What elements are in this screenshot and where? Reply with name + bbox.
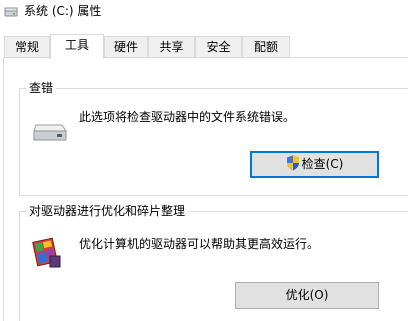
tab-sharing[interactable]: 共享 <box>148 36 195 58</box>
optimize-title: 对驱动器进行优化和碎片整理 <box>26 203 189 219</box>
window-title: 系统 (C:) 属性 <box>24 4 102 18</box>
tab-quota[interactable]: 配额 <box>242 36 290 58</box>
error-check-description: 此选项将检查驱动器中的文件系统错误。 <box>79 110 296 124</box>
optimize-group: 对驱动器进行优化和碎片整理 优化计算机的驱动器可以帮助其更高效运行。 优化(O) <box>19 203 408 321</box>
defrag-icon <box>32 237 61 268</box>
uac-shield-icon <box>286 155 299 171</box>
tab-strip: 常规 工具 硬件 共享 安全 配额 <box>0 34 408 59</box>
tools-tab-panel: 查错 此选项将检查驱动器中的文件系统错误。 检查(C) 对驱动器进行优化和碎片整… <box>3 57 408 321</box>
properties-dialog: 系统 (C:) 属性 常规 工具 硬件 共享 安全 配额 查错 此选项将检查驱动… <box>0 0 408 321</box>
check-button[interactable]: 检查(C) <box>250 151 379 178</box>
tab-security[interactable]: 安全 <box>195 36 242 58</box>
tab-tools[interactable]: 工具 <box>50 34 104 59</box>
check-button-label: 检查(C) <box>301 157 344 171</box>
optimize-button[interactable]: 优化(O) <box>235 282 379 309</box>
title-bar: 系统 (C:) 属性 <box>0 0 408 28</box>
optimize-description: 优化计算机的驱动器可以帮助其更高效运行。 <box>79 237 320 251</box>
tab-hardware[interactable]: 硬件 <box>104 36 148 58</box>
hard-drive-icon <box>33 124 67 141</box>
error-check-title: 查错 <box>26 80 57 96</box>
error-check-group: 查错 此选项将检查驱动器中的文件系统错误。 检查(C) <box>19 80 408 196</box>
drive-icon <box>4 7 18 17</box>
tab-general[interactable]: 常规 <box>4 36 50 58</box>
